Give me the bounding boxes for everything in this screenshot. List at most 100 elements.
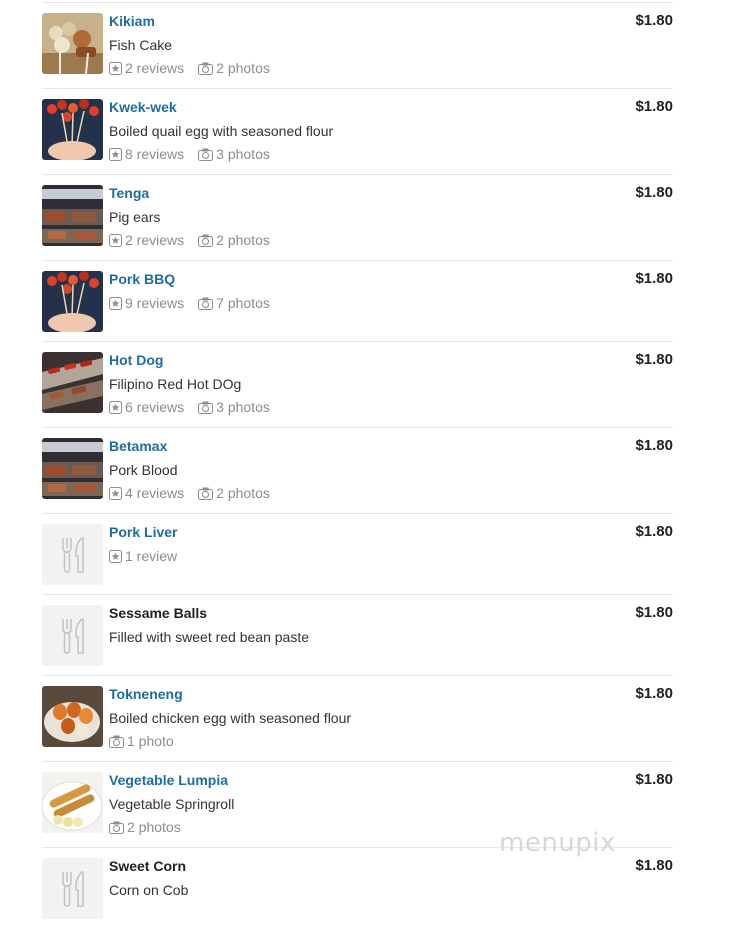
item-price: $1.80: [635, 98, 673, 115]
reviews-link[interactable]: 4 reviews: [109, 485, 184, 501]
photos-link[interactable]: 7 photos: [198, 295, 270, 311]
item-description: Filipino Red Hot DOg: [109, 376, 242, 392]
item-photo[interactable]: [42, 772, 103, 833]
item-price: $1.80: [635, 604, 673, 621]
fork-knife-icon: [61, 617, 84, 654]
reviews-link[interactable]: 1 review: [109, 548, 177, 564]
camera-icon: [198, 297, 214, 310]
item-name-link[interactable]: Hot Dog: [109, 352, 163, 368]
fork-knife-icon: [61, 870, 84, 907]
reviews-link[interactable]: 9 reviews: [109, 295, 184, 311]
item-photo[interactable]: [42, 352, 103, 413]
menu-item: Pork BBQ 9 reviews 7 photos $1.80: [42, 271, 673, 342]
photos-link[interactable]: 3 photos: [198, 146, 270, 162]
item-description: Boiled chicken egg with seasoned flour: [109, 710, 352, 726]
photo-placeholder: [42, 605, 103, 666]
menu-item: Sessame Balls Filled with sweet red bean…: [42, 605, 673, 676]
photos-link[interactable]: 3 photos: [198, 399, 270, 415]
item-name-link[interactable]: Betamax: [109, 438, 167, 454]
review-star-icon: [109, 233, 122, 247]
reviews-count: 9 reviews: [125, 295, 185, 311]
item-photo[interactable]: [42, 99, 103, 160]
item-description: Boiled quail egg with seasoned flour: [109, 123, 334, 139]
camera-icon: [198, 401, 214, 414]
item-meta: 2 photos: [109, 819, 195, 835]
camera-icon: [198, 148, 214, 161]
photos-link[interactable]: 2 photos: [198, 485, 270, 501]
item-name-link[interactable]: Tokneneng: [109, 686, 183, 702]
camera-icon: [198, 487, 214, 500]
reviews-count: 1 review: [125, 548, 178, 564]
item-name-link[interactable]: Kikiam: [109, 13, 155, 29]
reviews-count: 2 reviews: [125, 232, 185, 248]
item-meta: 2 reviews 2 photos: [109, 60, 284, 76]
item-photo[interactable]: [42, 438, 103, 499]
reviews-link[interactable]: 2 reviews: [109, 60, 184, 76]
reviews-count: 8 reviews: [125, 146, 185, 162]
review-star-icon: [109, 61, 122, 75]
photo-placeholder: [42, 524, 103, 585]
reviews-link[interactable]: 6 reviews: [109, 399, 184, 415]
menu-item: Tenga Pig ears 2 reviews 2 photos $1.80: [42, 185, 673, 261]
top-divider: [42, 2, 673, 3]
item-meta: 8 reviews 3 photos: [109, 146, 284, 162]
photos-link[interactable]: 2 photos: [198, 232, 270, 248]
item-name-link[interactable]: Pork Liver: [109, 524, 177, 540]
item-price: $1.80: [635, 184, 673, 201]
photos-count: 2 photos: [216, 485, 270, 501]
item-name-link[interactable]: Tenga: [109, 185, 149, 201]
item-meta: 1 review: [109, 548, 191, 564]
item-name-link[interactable]: Kwek-wek: [109, 99, 177, 115]
item-description: Pig ears: [109, 209, 161, 225]
camera-icon: [109, 821, 124, 834]
menu-item: Betamax Pork Blood 4 reviews 2 photos $1…: [42, 438, 673, 514]
item-description: Vegetable Springroll: [109, 796, 235, 812]
item-price: $1.80: [635, 351, 673, 368]
item-photo[interactable]: [42, 185, 103, 246]
item-photo[interactable]: [42, 271, 103, 332]
photos-count: 3 photos: [216, 146, 270, 162]
photos-count: 2 photos: [216, 60, 270, 76]
camera-icon: [198, 62, 214, 75]
item-price: $1.80: [635, 437, 673, 454]
menupix-watermark: menupix: [499, 828, 616, 858]
menu-item: Pork Liver 1 review $1.80: [42, 524, 673, 595]
photos-link[interactable]: 2 photos: [109, 819, 181, 835]
reviews-count: 6 reviews: [125, 399, 185, 415]
item-name: Sweet Corn: [109, 858, 187, 874]
menu-item: Kwek-wek Boiled quail egg with seasoned …: [42, 99, 673, 175]
reviews-link[interactable]: 8 reviews: [109, 146, 184, 162]
photos-link[interactable]: 2 photos: [198, 60, 270, 76]
item-photo[interactable]: [42, 13, 103, 74]
fork-knife-icon: [61, 536, 84, 573]
item-description: Pork Blood: [109, 462, 178, 478]
menu-item: Sweet Corn Corn on Cob $1.80: [42, 858, 673, 924]
photo-placeholder: [42, 858, 103, 919]
photos-count: 7 photos: [216, 295, 270, 311]
review-star-icon: [109, 400, 122, 414]
menu-item: Tokneneng Boiled chicken egg with season…: [42, 686, 673, 762]
menu-item: Hot Dog Filipino Red Hot DOg 6 reviews 3…: [42, 352, 673, 428]
camera-icon: [198, 234, 214, 247]
photos-count: 3 photos: [216, 399, 270, 415]
item-price: $1.80: [635, 523, 673, 540]
item-description: Fish Cake: [109, 37, 173, 53]
item-meta: 2 reviews 2 photos: [109, 232, 284, 248]
item-description: Filled with sweet red bean paste: [109, 629, 309, 645]
item-name-link[interactable]: Pork BBQ: [109, 271, 175, 287]
item-name-link[interactable]: Vegetable Lumpia: [109, 772, 228, 788]
item-meta: 9 reviews 7 photos: [109, 295, 284, 311]
review-star-icon: [109, 549, 122, 563]
photos-count: 2 photos: [216, 232, 270, 248]
photos-link[interactable]: 1 photo: [109, 733, 174, 749]
item-price: $1.80: [635, 685, 673, 702]
item-description: Corn on Cob: [109, 882, 189, 898]
item-meta: 6 reviews 3 photos: [109, 399, 284, 415]
item-meta: 1 photo: [109, 733, 188, 749]
reviews-count: 2 reviews: [125, 60, 185, 76]
review-star-icon: [109, 147, 122, 161]
menu-item: Kikiam Fish Cake 2 reviews 2 photos $1.8…: [42, 13, 673, 89]
item-name: Sessame Balls: [109, 605, 208, 621]
item-photo[interactable]: [42, 686, 103, 747]
reviews-link[interactable]: 2 reviews: [109, 232, 184, 248]
